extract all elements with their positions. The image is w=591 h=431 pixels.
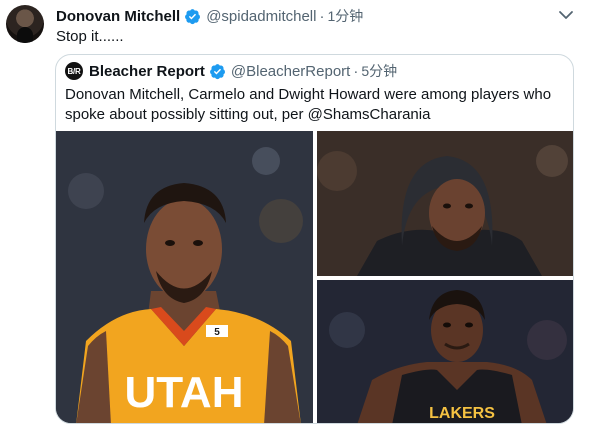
quoted-tweet[interactable]: B/R Bleacher Report @BleacherReport · 5分… bbox=[55, 54, 574, 424]
quoted-author-name[interactable]: Bleacher Report bbox=[89, 63, 205, 80]
chevron-down-icon bbox=[559, 11, 573, 19]
jersey-text: UTAH bbox=[125, 368, 244, 417]
quoted-tweet-header: B/R Bleacher Report @BleacherReport · 5分… bbox=[65, 61, 397, 81]
separator-dot: · bbox=[353, 62, 359, 80]
quoted-author-avatar[interactable]: B/R bbox=[65, 62, 83, 80]
author-avatar[interactable] bbox=[6, 5, 44, 43]
tweet-text: Stop it...... bbox=[56, 28, 124, 45]
lakers-text: LAKERS bbox=[429, 405, 495, 422]
tweet-timestamp[interactable]: 1分钟 bbox=[327, 6, 363, 26]
photo-dwight-howard[interactable]: LAKERS bbox=[317, 280, 573, 423]
quoted-author-handle[interactable]: @BleacherReport bbox=[231, 63, 350, 80]
media-grid: UTAH 5 LAKERS bbox=[56, 131, 573, 423]
photo-carmelo-anthony[interactable] bbox=[317, 131, 573, 276]
author-handle[interactable]: @spidadmitchell bbox=[206, 8, 316, 25]
verified-badge-icon bbox=[184, 8, 201, 25]
more-options-button[interactable] bbox=[556, 6, 576, 24]
tweet-header: Donovan Mitchell @spidadmitchell · 1分钟 bbox=[56, 5, 363, 27]
quoted-tweet-text: Donovan Mitchell, Carmelo and Dwight How… bbox=[65, 86, 552, 123]
separator-dot: · bbox=[319, 7, 325, 25]
jersey-patch: 5 bbox=[214, 327, 220, 338]
tweet[interactable]: Donovan Mitchell @spidadmitchell · 1分钟 S… bbox=[0, 0, 591, 431]
verified-badge-icon bbox=[209, 63, 226, 80]
quoted-tweet-timestamp[interactable]: 5分钟 bbox=[361, 61, 397, 81]
author-name[interactable]: Donovan Mitchell bbox=[56, 8, 180, 25]
photo-donovan-mitchell[interactable]: UTAH 5 bbox=[56, 131, 313, 423]
